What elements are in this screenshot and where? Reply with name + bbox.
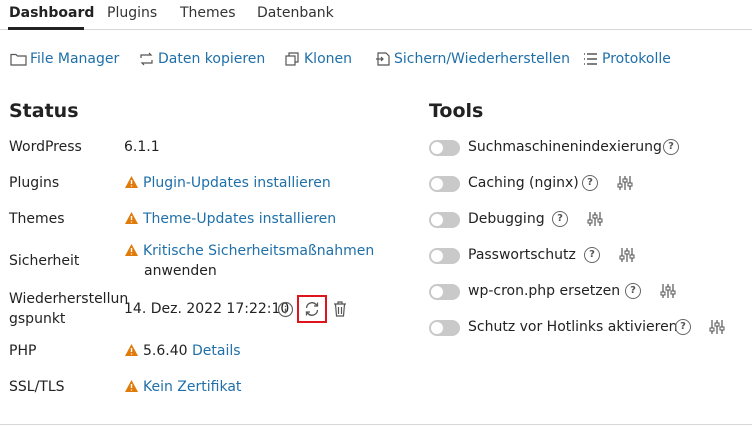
themes-label: Themes [9,211,65,227]
security-status: Kritische Sicherheitsmaßnahmen [124,243,374,259]
toggle-hotlink-protection[interactable] [429,320,460,336]
sliders-icon[interactable] [587,211,603,227]
copy-data-button[interactable]: Daten kopieren [137,50,265,68]
no-certificate-link[interactable]: Kein Zertifikat [143,379,241,395]
ssl-label: SSL/TLS [9,379,65,395]
restore-point-date: 14. Dez. 2022 17:22:10 [124,301,290,317]
clone-button[interactable]: Klonen [283,50,352,68]
security-label: Sicherheit [9,253,80,269]
sliders-icon[interactable] [617,175,633,191]
php-details-link[interactable]: Details [192,343,241,359]
tool-label-search-indexing: Suchmaschinenindexierung [468,139,662,155]
backup-restore-icon [373,50,391,68]
clone-label: Klonen [304,51,352,67]
warning-triangle-icon [125,244,138,256]
sliders-icon[interactable] [660,283,676,299]
tool-label-debugging: Debugging [468,211,545,227]
warning-triangle-icon [125,212,138,224]
security-measures-link-line2[interactable]: anwenden [144,263,217,279]
help-icon[interactable]: ? [584,247,600,263]
help-icon[interactable]: ? [625,283,641,299]
logs-button[interactable]: Protokolle [581,50,671,68]
tool-label-password-protection: Passwortschutz [468,247,576,263]
info-circle-icon[interactable] [275,299,295,319]
copy-data-label: Daten kopieren [158,51,266,67]
toggle-caching[interactable] [429,176,460,192]
plugins-status: Plugin-Updates installieren [124,175,331,191]
toggle-wp-cron[interactable] [429,284,460,300]
file-manager-button[interactable]: File Manager [9,50,119,68]
help-icon[interactable]: ? [582,175,598,191]
tool-label-hotlink-protection: Schutz vor Hotlinks aktivieren [468,319,678,335]
tab-datenbank[interactable]: Datenbank [257,5,334,21]
folder-icon [9,50,27,68]
sliders-icon[interactable] [709,319,725,335]
help-icon[interactable]: ? [663,139,679,155]
toggle-search-indexing[interactable] [429,140,460,156]
status-title: Status [9,100,79,122]
security-measures-link-line1[interactable]: Kritische Sicherheitsmaßnahmen [143,243,374,259]
restore-point-label-line2: gspunkt [9,311,66,327]
php-status: 5.6.40 Details [124,343,241,359]
file-manager-label: File Manager [30,51,120,67]
tab-bar: Dashboard Plugins Themes Datenbank [0,0,752,30]
warning-triangle-icon [125,344,138,356]
help-icon[interactable]: ? [552,211,568,227]
toggle-password-protection[interactable] [429,248,460,264]
bottom-divider [0,424,752,425]
sync-icon[interactable] [302,299,322,319]
logs-label: Protokolle [602,51,671,67]
plugin-updates-link[interactable]: Plugin-Updates installieren [143,175,331,191]
list-icon [581,50,599,68]
trash-icon[interactable] [330,299,350,319]
help-icon[interactable]: ? [675,319,691,335]
backup-restore-button[interactable]: Sichern/Wiederherstellen [373,50,570,68]
php-version: 5.6.40 [143,343,188,359]
tool-label-caching: Caching (nginx) [468,175,579,191]
theme-updates-link[interactable]: Theme-Updates installieren [143,211,336,227]
wordpress-label: WordPress [9,139,82,155]
tool-label-wp-cron: wp-cron.php ersetzen [468,283,621,299]
php-label: PHP [9,343,37,359]
tab-themes[interactable]: Themes [180,5,236,21]
backup-restore-label: Sichern/Wiederherstellen [394,51,571,67]
active-tab-indicator [8,27,84,30]
themes-status: Theme-Updates installieren [124,211,336,227]
wordpress-version: 6.1.1 [124,139,160,155]
tab-dashboard[interactable]: Dashboard [9,5,94,21]
tools-title: Tools [429,100,484,122]
sync-arrows-icon [137,50,155,68]
copy-icon [283,50,301,68]
warning-triangle-icon [125,380,138,392]
ssl-status: Kein Zertifikat [124,379,241,395]
sliders-icon[interactable] [619,247,635,263]
plugins-label: Plugins [9,175,60,191]
restore-point-label-line1: Wiederherstellun [9,291,129,307]
toggle-debugging[interactable] [429,212,460,228]
warning-triangle-icon [125,176,138,188]
tab-plugins[interactable]: Plugins [107,5,157,21]
